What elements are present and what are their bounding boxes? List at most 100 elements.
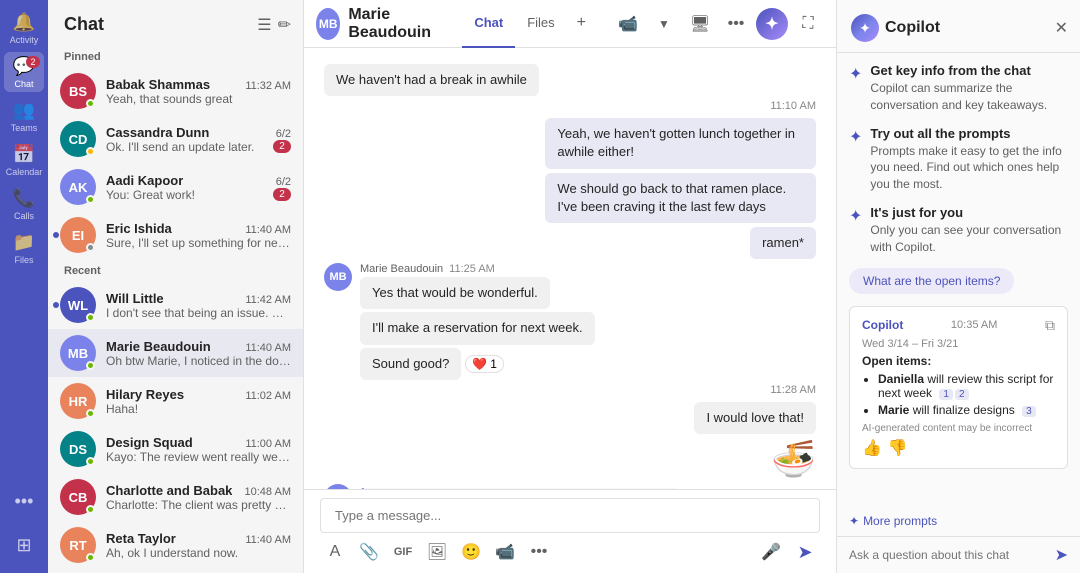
suggestion-icon: ✦ bbox=[849, 64, 862, 84]
suggestion-icon: ✦ bbox=[849, 206, 862, 226]
sticker-button[interactable]: 🖼 bbox=[422, 537, 452, 567]
more-toolbar-button[interactable]: ••• bbox=[524, 537, 554, 567]
copilot-suggestion: ✦ It's just for you Only you can see you… bbox=[849, 205, 1068, 256]
list-item[interactable]: EI Eric Ishida 11:40 AM Sure, I'll set u… bbox=[48, 211, 303, 259]
list-item[interactable]: MB Marie Beaudouin 11:40 AM Oh btw Marie… bbox=[48, 329, 303, 377]
nav-label-activity: Activity bbox=[10, 35, 39, 45]
chat-item-time: 11:02 AM bbox=[245, 390, 291, 402]
chat-item-info: Design Squad 11:00 AM Kayo: The review w… bbox=[106, 435, 291, 464]
chat-item-time: 6/2 bbox=[276, 128, 291, 140]
copilot-body: ✦ Get key info from the chat Copilot can… bbox=[837, 53, 1080, 512]
chat-header: MB Marie Beaudouin Chat Files + 📹 ▼ 🖥 ••… bbox=[304, 0, 836, 48]
status-dot bbox=[86, 313, 95, 322]
avatar: WL bbox=[60, 287, 96, 323]
avatar: AK bbox=[60, 169, 96, 205]
more-prompts-icon: ✦ bbox=[849, 514, 859, 528]
nav-item-apps[interactable]: ⊞ bbox=[4, 525, 44, 565]
pinned-section-label: Pinned bbox=[48, 45, 303, 67]
list-item[interactable]: HR Hilary Reyes 11:02 AM Haha! bbox=[48, 377, 303, 425]
message-content: We haven't had a break in awhile bbox=[324, 64, 539, 96]
nav-item-teams[interactable]: 👥 Teams bbox=[4, 96, 44, 136]
message-input[interactable] bbox=[320, 498, 820, 533]
suggestion-title: Try out all the prompts bbox=[870, 126, 1068, 141]
nav-item-calls[interactable]: 📞 Calls bbox=[4, 184, 44, 224]
list-item[interactable]: AK Aadi Kapoor 6/2 You: Great work! 2 bbox=[48, 163, 303, 211]
list-item[interactable]: CD Cassandra Dunn 6/2 Ok. I'll send an u… bbox=[48, 115, 303, 163]
tab-chat[interactable]: Chat bbox=[462, 0, 515, 48]
message-bubble: Sound good? bbox=[360, 348, 461, 380]
tab-files[interactable]: Files bbox=[515, 0, 566, 48]
unread-dot bbox=[53, 302, 59, 308]
copilot-suggestion: ✦ Get key info from the chat Copilot can… bbox=[849, 63, 1068, 114]
message-reaction[interactable]: ❤️ 1 bbox=[465, 355, 504, 373]
chat-item-info: Eric Ishida 11:40 AM Sure, I'll set up s… bbox=[106, 221, 291, 250]
avatar: CD bbox=[60, 121, 96, 157]
screenshare-button[interactable]: 🖥 bbox=[684, 8, 716, 40]
copilot-header: ✦ Copilot ✕ bbox=[837, 0, 1080, 53]
more-prompts-button[interactable]: ✦ More prompts bbox=[837, 512, 1080, 536]
copilot-suggestion: ✦ Try out all the prompts Prompts make i… bbox=[849, 126, 1068, 193]
status-dot bbox=[86, 147, 95, 156]
nav-item-calendar[interactable]: 📅 Calendar bbox=[4, 140, 44, 180]
list-item[interactable]: DS Design Squad 11:00 AM Kayo: The revie… bbox=[48, 425, 303, 473]
chat-item-name: Marie Beaudouin bbox=[106, 339, 211, 354]
copilot-input[interactable] bbox=[849, 548, 1049, 562]
nav-item-chat[interactable]: 💬 Chat 2 bbox=[4, 52, 44, 92]
gif-button[interactable]: GIF bbox=[388, 537, 418, 567]
copilot-send-button[interactable]: ➤ bbox=[1055, 545, 1068, 565]
prompt-button[interactable]: What are the open items? bbox=[849, 268, 1014, 294]
message-content: Marie Beaudouin11:25 AM Yes that would b… bbox=[360, 263, 655, 380]
filter-icon[interactable]: ☰ bbox=[257, 15, 271, 35]
message-row: Yeah, we haven't gotten lunch together i… bbox=[324, 118, 816, 168]
message-row: ramen* bbox=[324, 227, 816, 259]
chat-item-msg: Charlotte: The client was pretty happy w… bbox=[106, 498, 291, 512]
list-item[interactable]: CB Charlotte and Babak 10:48 AM Charlott… bbox=[48, 473, 303, 521]
main-chat-area: MB Marie Beaudouin Chat Files + 📹 ▼ 🖥 ••… bbox=[304, 0, 836, 573]
tab-add[interactable]: + bbox=[567, 0, 596, 48]
meet-now-button[interactable]: 📹 bbox=[490, 537, 520, 567]
expand-button[interactable]: ⛶ bbox=[792, 8, 824, 40]
unread-dot bbox=[53, 232, 59, 238]
message-row: MB Marie Beaudouin11:25 AM Yes that woul… bbox=[324, 263, 816, 380]
suggestion-desc: Copilot can summarize the conversation a… bbox=[870, 80, 1068, 114]
copilot-panel: ✦ Copilot ✕ ✦ Get key info from the chat… bbox=[836, 0, 1080, 573]
send-button[interactable]: ➤ bbox=[790, 537, 820, 567]
attach-button[interactable]: 📎 bbox=[354, 537, 384, 567]
format-text-button[interactable]: A bbox=[320, 537, 350, 567]
call-options-button[interactable]: ▼ bbox=[648, 8, 680, 40]
copilot-open-items-title: Open items: bbox=[862, 354, 1055, 368]
message-bubble: I'll make a reservation for next week. bbox=[360, 312, 595, 344]
thumbs-up-button[interactable]: 👍 bbox=[862, 438, 882, 458]
chat-item-msg: I don't see that being an issue. Can you… bbox=[106, 306, 291, 320]
chat-item-name: Charlotte and Babak bbox=[106, 483, 232, 498]
nav-item-more[interactable]: ••• bbox=[4, 481, 44, 521]
chat-item-time: 11:32 AM bbox=[245, 80, 291, 92]
video-call-button[interactable]: 📹 bbox=[612, 8, 644, 40]
copy-button[interactable]: ⧉ bbox=[1045, 317, 1055, 334]
copilot-response: Copilot 10:35 AM ⧉ Wed 3/14 – Fri 3/21 O… bbox=[849, 306, 1068, 469]
status-dot bbox=[86, 505, 95, 514]
copilot-items-list: Daniella will review this script for nex… bbox=[862, 372, 1055, 417]
emoji-button[interactable]: 🙂 bbox=[456, 537, 486, 567]
dictate-button[interactable]: 🎤 bbox=[756, 537, 786, 567]
message-bubble: ramen* bbox=[750, 227, 816, 259]
chat-item-time: 11:42 AM bbox=[245, 294, 291, 306]
thumbs-down-button[interactable]: 👎 bbox=[888, 438, 908, 458]
chat-badge: 2 bbox=[273, 140, 291, 153]
input-toolbar: A 📎 GIF 🖼 🙂 📹 ••• 🎤 ➤ bbox=[320, 533, 820, 567]
chat-item-time: 10:48 AM bbox=[245, 486, 291, 498]
list-item[interactable]: BS Babak Shammas 11:32 AM Yeah, that sou… bbox=[48, 67, 303, 115]
list-item[interactable]: JV Joshua VanBuren 10:29 AM Thanks for r… bbox=[48, 569, 303, 573]
nav-item-files[interactable]: 📁 Files bbox=[4, 228, 44, 268]
input-bar: A 📎 GIF 🖼 🙂 📹 ••• 🎤 ➤ bbox=[304, 489, 836, 573]
compose-icon[interactable]: ✏ bbox=[278, 15, 291, 35]
copilot-close-button[interactable]: ✕ bbox=[1055, 18, 1068, 38]
list-item[interactable]: RT Reta Taylor 11:40 AM Ah, ok I underst… bbox=[48, 521, 303, 569]
chat-header-icons: 📹 ▼ 🖥 ••• ✦ ⛶ bbox=[612, 8, 824, 40]
list-item[interactable]: WL Will Little 11:42 AM I don't see that… bbox=[48, 281, 303, 329]
more-options-button[interactable]: ••• bbox=[720, 8, 752, 40]
nav-item-activity[interactable]: 🔔 Activity bbox=[4, 8, 44, 48]
chat-item-msg: Ah, ok I understand now. bbox=[106, 546, 291, 560]
left-nav: 🔔 Activity 💬 Chat 2 👥 Teams 📅 Calendar 📞… bbox=[0, 0, 48, 573]
copilot-button[interactable]: ✦ bbox=[756, 8, 788, 40]
